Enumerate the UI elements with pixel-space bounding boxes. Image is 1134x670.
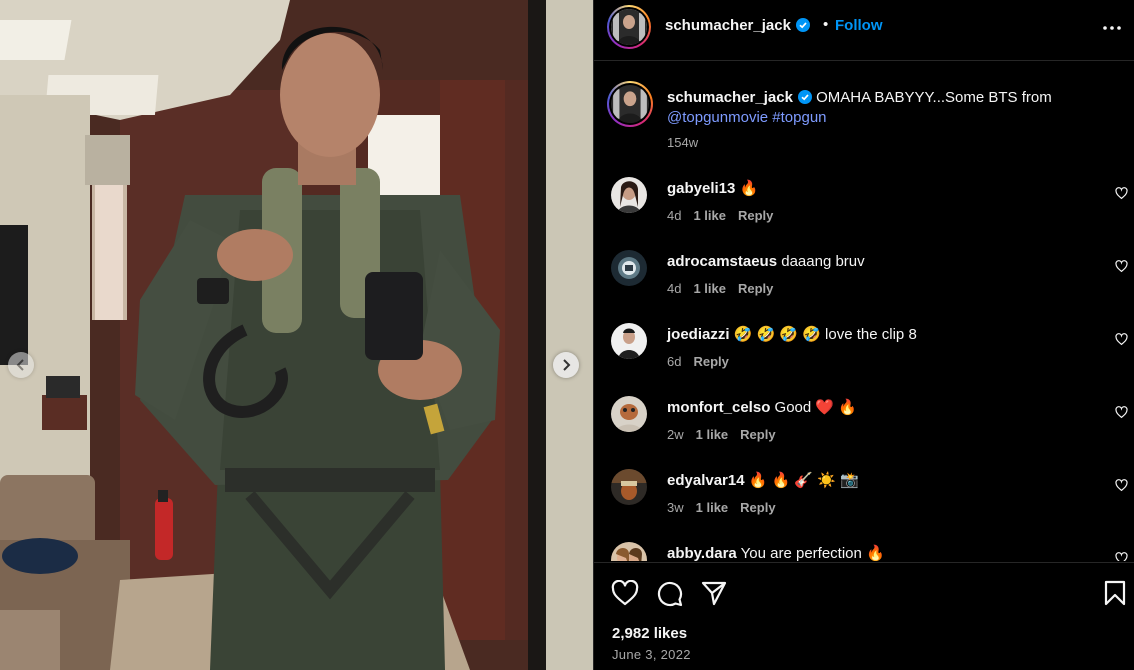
heart-icon[interactable] bbox=[611, 580, 639, 606]
comment-item: edyalvar14 🔥 🔥 🎸 ☀️ 📸 3w 1 like Reply bbox=[594, 469, 1134, 539]
comment-item: joediazzi 🤣 🤣 🤣 🤣 love the clip 8 6d Repl… bbox=[594, 323, 1134, 393]
caption-avatar-image bbox=[611, 85, 649, 123]
comment-item: gabyeli13 🔥 4d 1 like Reply bbox=[594, 177, 1134, 247]
post-photo bbox=[0, 0, 593, 670]
comment-age[interactable]: 3w bbox=[667, 500, 684, 515]
heart-icon[interactable] bbox=[1115, 479, 1128, 492]
comments-section[interactable]: schumacher_jack OMAHA BABYYY...Some BTS … bbox=[594, 61, 1134, 561]
comment-reply-button[interactable]: Reply bbox=[740, 500, 775, 515]
bookmark-icon[interactable] bbox=[1104, 580, 1126, 606]
comment-username[interactable]: gabyeli13 bbox=[667, 180, 735, 197]
comment-icon[interactable] bbox=[656, 580, 683, 607]
verified-badge-icon bbox=[797, 90, 812, 105]
comment-likes[interactable]: 1 like bbox=[693, 208, 726, 223]
comment-text: Good ❤️ 🔥 bbox=[770, 399, 857, 416]
post-date[interactable]: June 3, 2022 bbox=[612, 647, 691, 662]
comment-avatar[interactable] bbox=[611, 469, 647, 505]
comment-likes[interactable]: 1 like bbox=[693, 281, 726, 296]
post-caption: schumacher_jack OMAHA BABYYY...Some BTS … bbox=[667, 88, 1097, 128]
comment-reply-button[interactable]: Reply bbox=[738, 281, 773, 296]
caption-username[interactable]: schumacher_jack bbox=[667, 89, 793, 106]
chevron-right-icon bbox=[563, 359, 571, 371]
heart-icon[interactable] bbox=[1115, 552, 1128, 561]
comment-text: daaang bruv bbox=[777, 253, 865, 270]
comment-username[interactable]: edyalvar14 bbox=[667, 472, 745, 489]
carousel-next-button[interactable] bbox=[553, 352, 579, 378]
comment-age[interactable]: 4d bbox=[667, 208, 681, 223]
comment-item: monfort_celso Good ❤️ 🔥 2w 1 like Reply bbox=[594, 396, 1134, 466]
comment-text: You are perfection 🔥 bbox=[736, 545, 885, 561]
carousel-prev-button[interactable] bbox=[8, 352, 34, 378]
comment-text: 🔥 bbox=[735, 180, 759, 197]
post-media[interactable] bbox=[0, 0, 593, 670]
author-avatar-image bbox=[611, 9, 647, 45]
paper-plane-icon[interactable] bbox=[701, 580, 727, 606]
comment-age[interactable]: 4d bbox=[667, 281, 681, 296]
likes-count[interactable]: 2,982 likes bbox=[612, 625, 687, 642]
heart-icon[interactable] bbox=[1115, 187, 1128, 200]
heart-icon[interactable] bbox=[1115, 260, 1128, 273]
comment-avatar[interactable] bbox=[611, 542, 647, 561]
caption-mention-link[interactable]: @topgunmovie bbox=[667, 109, 768, 126]
comment-item: adrocamstaeus daaang bruv 4d 1 like Reply bbox=[594, 250, 1134, 320]
comment-username[interactable]: abby.dara bbox=[667, 545, 737, 561]
caption-hashtag-link[interactable]: #topgun bbox=[772, 109, 826, 126]
post-details-panel: schumacher_jack • Follow schumacher_jack… bbox=[593, 0, 1134, 670]
author-avatar[interactable] bbox=[607, 5, 651, 49]
verified-badge-icon bbox=[795, 18, 810, 33]
author-username-header[interactable]: schumacher_jack bbox=[665, 17, 810, 34]
comment-text: 🤣 🤣 🤣 🤣 love the clip 8 bbox=[729, 326, 917, 343]
more-horizontal-icon[interactable] bbox=[1102, 18, 1122, 38]
comment-avatar[interactable] bbox=[611, 177, 647, 213]
comment-reply-button[interactable]: Reply bbox=[693, 354, 728, 369]
comment-likes[interactable]: 1 like bbox=[696, 427, 729, 442]
comment-age[interactable]: 2w bbox=[667, 427, 684, 442]
comment-text: 🔥 🔥 🎸 ☀️ 📸 bbox=[744, 472, 859, 489]
heart-icon[interactable] bbox=[1115, 333, 1128, 346]
comment-username[interactable]: joediazzi bbox=[667, 326, 730, 343]
heart-icon[interactable] bbox=[1115, 406, 1128, 419]
comment-reply-button[interactable]: Reply bbox=[738, 208, 773, 223]
comment-avatar[interactable] bbox=[611, 250, 647, 286]
comment-avatar[interactable] bbox=[611, 323, 647, 359]
comment-item: abby.dara You are perfection 🔥 bbox=[594, 542, 1134, 561]
comment-likes[interactable]: 1 like bbox=[696, 500, 729, 515]
comment-avatar[interactable] bbox=[611, 396, 647, 432]
comment-reply-button[interactable]: Reply bbox=[740, 427, 775, 442]
author-username[interactable]: schumacher_jack bbox=[665, 17, 791, 34]
chevron-left-icon bbox=[16, 359, 24, 371]
comment-username[interactable]: adrocamstaeus bbox=[667, 253, 777, 270]
comment-age[interactable]: 6d bbox=[667, 354, 681, 369]
caption-avatar[interactable] bbox=[607, 81, 653, 127]
caption-text: OMAHA BABYYY...Some BTS from bbox=[811, 89, 1052, 106]
follow-button[interactable]: Follow bbox=[835, 17, 883, 34]
comment-username[interactable]: monfort_celso bbox=[667, 399, 770, 416]
caption-timestamp[interactable]: 154w bbox=[667, 135, 698, 150]
post-header: schumacher_jack • Follow bbox=[594, 0, 1134, 61]
separator-dot: • bbox=[823, 16, 829, 33]
post-actions-footer: 2,982 likes June 3, 2022 bbox=[594, 562, 1134, 670]
